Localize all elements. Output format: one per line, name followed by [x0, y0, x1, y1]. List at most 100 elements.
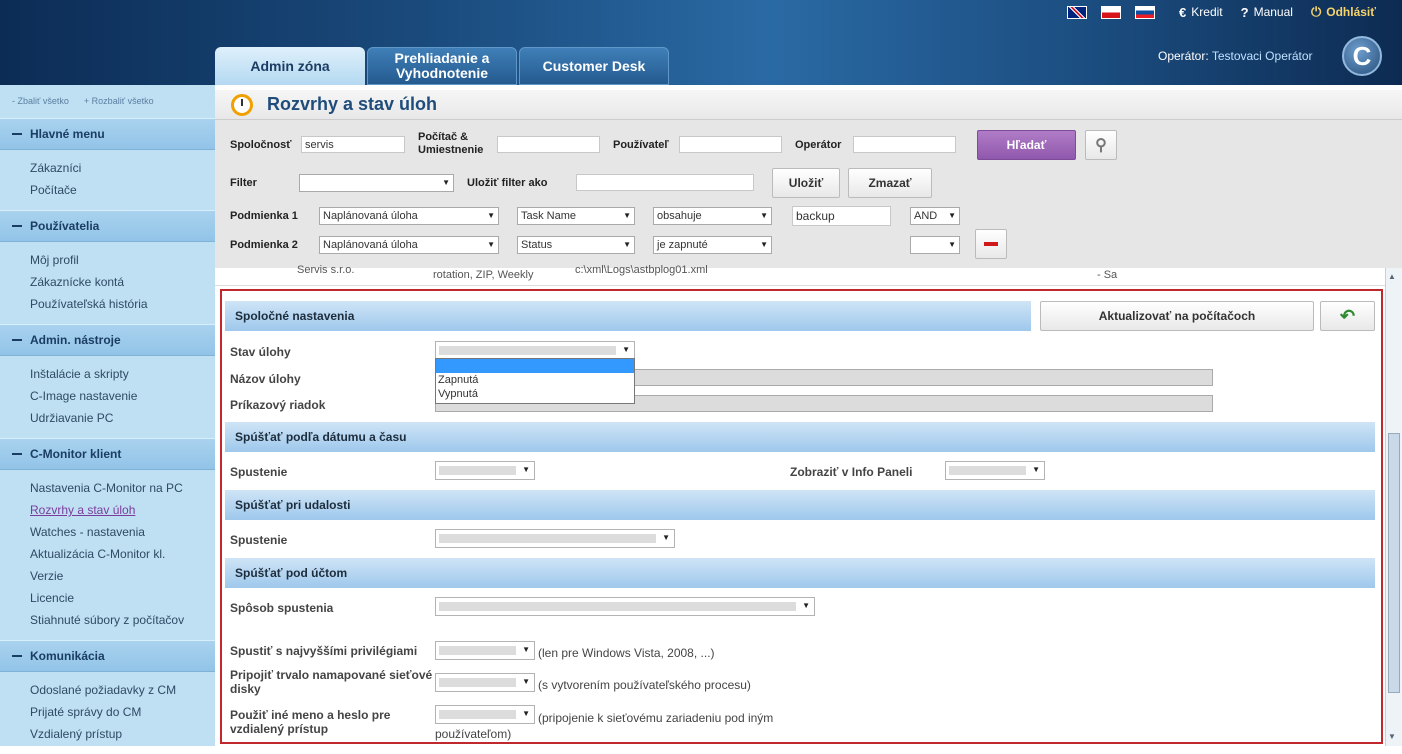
sidebar-section-admin-nastroje[interactable]: Admin. nástroje [0, 324, 215, 356]
page-title-bar: Rozvrhy a stav úloh [215, 90, 1402, 120]
operator-input[interactable] [853, 136, 956, 153]
page-title: Rozvrhy a stav úloh [267, 94, 438, 114]
update-button[interactable]: Aktualizovať na počítačoch [1040, 301, 1314, 331]
search-button[interactable]: Hľadať [977, 130, 1076, 160]
dropdown-option-zapnuta[interactable]: Zapnutá [436, 373, 634, 387]
operator-label-filter: Operátor [795, 139, 842, 151]
cond2-logic-select[interactable] [910, 236, 960, 254]
sidebar-item-licencie[interactable]: Licencie [30, 588, 215, 610]
sposob-label: Spôsob spustenia [230, 601, 334, 615]
vertical-scrollbar[interactable]: ▲ ▼ [1385, 268, 1402, 746]
scroll-down-icon[interactable]: ▼ [1388, 732, 1396, 741]
operator-name: Testovaci Operátor [1211, 49, 1313, 63]
nazov-label: Názov úlohy [230, 372, 301, 386]
sidebar-item-nastavenia-cm[interactable]: Nastavenia C-Monitor na PC [30, 478, 215, 500]
cond1-field-select[interactable]: Naplánovaná úloha [319, 207, 499, 225]
sidebar-item-instalacie[interactable]: Inštalácie a skripty [30, 364, 215, 386]
flag-uk-icon[interactable] [1067, 5, 1088, 19]
collapse-all-link[interactable]: - Zbaliť všetko [12, 96, 69, 106]
sidebar-item-prijate[interactable]: Prijaté správy do CM [30, 702, 215, 724]
cond1-logic-select[interactable]: AND [910, 207, 960, 225]
flag-sk-icon[interactable] [1135, 5, 1156, 19]
pouzivatel-input[interactable] [679, 136, 782, 153]
cred-note: (pripojenie k sieťovému zariadeniu pod i… [435, 711, 774, 741]
sidebar-item-c-image[interactable]: C-Image nastavenie [30, 386, 215, 408]
filter-panel: Spoločnosť servis Počítač & Umiestnenie … [215, 120, 1402, 268]
scroll-thumb[interactable] [1388, 433, 1400, 693]
spolocnost-input[interactable]: servis [301, 136, 405, 153]
sidebar-item-watches[interactable]: Watches - nastavenia [30, 522, 215, 544]
sidebar-item-stiahnute[interactable]: Stiahnuté súbory z počítačov [30, 610, 215, 632]
pocitac-input[interactable] [497, 136, 600, 153]
sidebar-item-moj-profil[interactable]: Môj profil [30, 250, 215, 272]
filter-select[interactable] [299, 174, 454, 192]
spustenie-select[interactable] [435, 461, 535, 480]
sidebar-item-pocitace[interactable]: Počítače [30, 180, 215, 202]
cell-day: - Sa [1097, 269, 1118, 281]
sidebar-item-zakaznicke-konta[interactable]: Zákaznícke kontá [30, 272, 215, 294]
manual-label: Manual [1253, 5, 1293, 19]
flag-cz-icon[interactable] [1101, 5, 1122, 19]
cond1-label: Podmienka 1 [230, 210, 298, 222]
undo-icon[interactable]: ↶ [1320, 301, 1375, 331]
manual-link[interactable]: ? Manual [1241, 5, 1293, 20]
sidebar-item-zakaznici[interactable]: Zákazníci [30, 158, 215, 180]
spustenie2-select[interactable] [435, 529, 675, 548]
cond1-op-select[interactable]: obsahuje [653, 207, 772, 225]
filter-label: Filter [230, 177, 257, 189]
section-by-event: Spúšťať pri udalosti [225, 490, 1375, 520]
sidebar-toggles: - Zbaliť všetko + Rozbaliť všetko [0, 85, 215, 118]
sidebar-item-vzdialeny[interactable]: Vzdialený prístup [30, 724, 215, 746]
sidebar-item-udrziavanie[interactable]: Udržiavanie PC [30, 408, 215, 430]
sidebar-item-aktualizacia[interactable]: Aktualizácia C-Monitor kl. [30, 544, 215, 566]
cond1-value-input[interactable]: backup [792, 206, 891, 226]
dropdown-option-empty[interactable] [436, 359, 634, 373]
sidebar-section-c-monitor[interactable]: C-Monitor klient [0, 438, 215, 470]
priv-label: Spustiť s najvyššími privilégiami [230, 644, 418, 658]
cond1-sub-select[interactable]: Task Name [517, 207, 635, 225]
stav-label: Stav úlohy [230, 345, 291, 359]
logout-link[interactable]: ⏻ Odhlásiť [1311, 4, 1376, 20]
header: € Kredit ? Manual ⏻ Odhlásiť Admin zóna Pre… [0, 0, 1402, 85]
cell-desc: rotation, ZIP, Weekly [433, 269, 534, 281]
sidebar-item-odoslane[interactable]: Odoslané požiadavky z CM [30, 680, 215, 702]
sidebar-section-komunikacia[interactable]: Komunikácia [0, 640, 215, 672]
sidebar-item-rozvrhy[interactable]: Rozvrhy a stav úloh [30, 500, 215, 522]
pocitac-label: Počítač & Umiestnenie [418, 131, 484, 156]
save-as-label: Uložiť filter ako [467, 177, 548, 189]
clear-button[interactable]: Zmazať [848, 168, 932, 198]
scroll-up-icon[interactable]: ▲ [1388, 272, 1396, 281]
expand-all-link[interactable]: + Rozbaliť všetko [84, 96, 154, 106]
operator-info: Operátor: Testovaci Operátor [1158, 49, 1313, 63]
save-as-input[interactable] [576, 174, 754, 191]
cond2-field-select[interactable]: Naplánovaná úloha [319, 236, 499, 254]
cond2-sub-select[interactable]: Status [517, 236, 635, 254]
prikaz-label: Príkazový riadok [230, 398, 326, 412]
save-button[interactable]: Uložiť [772, 168, 840, 198]
sidebar: - Zbaliť všetko + Rozbaliť všetko Hlavné… [0, 85, 215, 746]
tab-admin-zona[interactable]: Admin zóna [215, 47, 365, 85]
sidebar-section-hlavne-menu[interactable]: Hlavné menu [0, 118, 215, 150]
cond2-label: Podmienka 2 [230, 239, 298, 251]
sidebar-item-verzie[interactable]: Verzie [30, 566, 215, 588]
map-select[interactable] [435, 673, 535, 692]
tab-prehliadanie[interactable]: Prehliadanie a Vyhodnotenie [367, 47, 517, 85]
sposob-select[interactable] [435, 597, 815, 616]
tab-customer-desk[interactable]: Customer Desk [519, 47, 669, 85]
stav-dropdown-list[interactable]: Zapnutá Vypnutá [435, 358, 635, 404]
cell-company: Servis s.r.o. [297, 264, 355, 276]
cred-label: Použiť iné meno a heslo pre vzdialený pr… [230, 708, 391, 736]
sidebar-section-pouzivatelia[interactable]: Používatelia [0, 210, 215, 242]
kredit-link[interactable]: € Kredit [1179, 5, 1223, 20]
sidebar-item-pouzivatelska-historia[interactable]: Používateľská história [30, 294, 215, 316]
dropdown-option-vypnuta[interactable]: Vypnutá [436, 387, 634, 401]
remove-condition-button[interactable] [975, 229, 1007, 259]
priv-select[interactable] [435, 641, 535, 660]
spustenie-label: Spustenie [230, 465, 288, 479]
infopanel-select[interactable] [945, 461, 1045, 480]
section-by-date: Spúšťať podľa dátumu a času [225, 422, 1375, 452]
cond2-op-select[interactable]: je zapnuté [653, 236, 772, 254]
priv-note: (len pre Windows Vista, 2008, ...) [538, 646, 715, 660]
c-logo-icon: C [1342, 36, 1382, 76]
advanced-search-icon[interactable]: ⚲ [1085, 130, 1117, 160]
